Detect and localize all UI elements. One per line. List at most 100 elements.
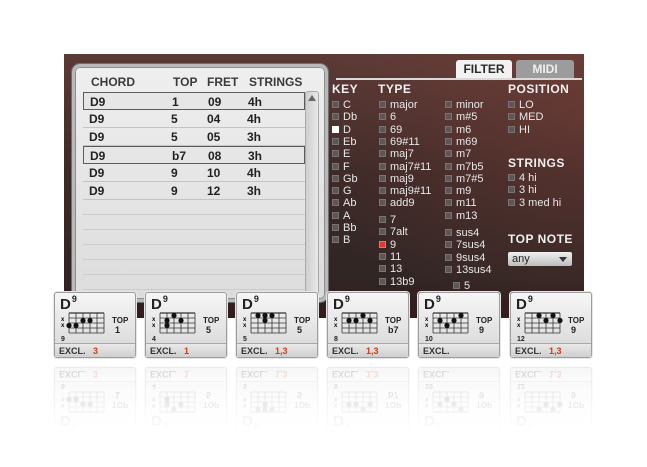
top-note-value: 9: [571, 325, 577, 335]
chord-row-chord: D9: [89, 184, 105, 198]
type-option[interactable]: maj9#11: [379, 185, 431, 197]
col-header-strings[interactable]: STRINGS: [249, 75, 302, 89]
type-option[interactable]: 9sus4: [445, 252, 485, 264]
col-header-top[interactable]: TOP: [173, 75, 197, 89]
finger-dot: [353, 401, 359, 408]
type-option[interactable]: maj7#11: [379, 161, 431, 173]
fretboard-diagram: xx: [243, 312, 287, 334]
checkbox-icon: [445, 125, 452, 133]
position-option[interactable]: HI: [508, 124, 530, 136]
chord-list-scrollbar[interactable]: [305, 91, 319, 296]
fret-number: 5: [243, 382, 247, 389]
type-option[interactable]: maj7: [379, 148, 414, 160]
col-header-chord[interactable]: CHORD: [91, 75, 135, 89]
type-option[interactable]: m7b5: [445, 161, 484, 173]
finger-dot: [164, 322, 170, 329]
type-option[interactable]: m69: [445, 136, 477, 148]
type-option[interactable]: m11: [445, 197, 477, 209]
type-option[interactable]: add9: [379, 197, 414, 209]
type-option[interactable]: minor: [445, 99, 484, 111]
key-option[interactable]: A: [332, 210, 350, 222]
chord-finder-window: CHORD TOP FRET STRINGS D9 1 09 4h D9 5 04 4h D9 5…: [64, 54, 584, 318]
type-option[interactable]: 13b9: [379, 276, 414, 288]
chord-card[interactable]: D9 x x 5 TOP 5 EXCL. 1,3: [236, 292, 318, 358]
type-option[interactable]: m13: [445, 210, 477, 222]
chord-row[interactable]: D9 5 04 4h: [83, 110, 305, 128]
checkbox-icon: [379, 199, 386, 207]
chord-row[interactable]: D9 5 05 3h: [83, 128, 305, 146]
type-option[interactable]: m#5: [445, 111, 477, 123]
key-option[interactable]: F: [332, 161, 350, 173]
type-option[interactable]: 69#11: [379, 136, 420, 148]
top-note-value: 5: [297, 325, 303, 335]
tab-midi[interactable]: MIDI: [516, 60, 574, 78]
checkbox-icon: [379, 101, 386, 108]
checkbox-icon: [445, 101, 452, 108]
key-option[interactable]: Eb: [332, 136, 356, 148]
checkbox-icon: [508, 101, 515, 108]
type-option[interactable]: 7alt: [379, 226, 408, 238]
type-option[interactable]: 9: [379, 239, 396, 251]
key-option[interactable]: E: [332, 148, 350, 160]
excluded-strings-label: EXCL.: [59, 369, 86, 379]
type-option[interactable]: m9: [445, 185, 471, 197]
excluded-strings-value: 1: [184, 346, 190, 356]
key-option[interactable]: B: [332, 234, 350, 246]
chord-card-footer: EXCL. 1,3: [237, 368, 317, 382]
type-option[interactable]: major: [379, 99, 418, 111]
checkbox-icon: [445, 241, 452, 249]
position-option[interactable]: MED: [508, 111, 543, 123]
fretboard-diagram: xx: [425, 312, 469, 334]
muted-string-mark: x: [152, 396, 156, 402]
type-option[interactable]: 7: [379, 214, 396, 226]
strings-option[interactable]: 3 hi: [508, 184, 537, 196]
chord-card[interactable]: D9 x x 8 TOP b7 EXCL. 1,3: [327, 292, 409, 358]
chord-row[interactable]: D9 9 12 3h: [83, 182, 305, 200]
chord-row[interactable]: D9 b7 08 3h: [83, 146, 305, 164]
chord-card-footer: EXCL. 1,3: [511, 343, 591, 357]
chord-row-chord: D9: [90, 95, 106, 109]
type-option[interactable]: 13: [379, 263, 402, 275]
type-option[interactable]: m7#5: [445, 173, 484, 185]
chord-row[interactable]: D9 1 09 4h: [83, 92, 305, 110]
chord-card[interactable]: D9 x x 12 TOP 9 EXCL. 1,3: [510, 292, 592, 358]
chord-card[interactable]: D9 x x 4 TOP 5 EXCL. 1: [145, 292, 227, 358]
checkbox-icon: [508, 174, 515, 181]
fret-number: 12: [517, 336, 525, 343]
key-option-label: Gb: [343, 172, 358, 185]
top-note-label: TOP: [294, 316, 311, 325]
chord-row[interactable]: D9 9 10 4h: [83, 164, 305, 182]
top-note-label: TOP: [476, 316, 493, 325]
type-option[interactable]: 11: [379, 251, 401, 263]
chord-card[interactable]: D9 x x 9 TOP 1 EXCL. 3: [54, 292, 136, 358]
type-option[interactable]: 13sus4: [445, 264, 491, 276]
type-option[interactable]: m6: [445, 124, 471, 136]
chord-card-reflection: D9 x x 12 TOP 9 EXCL. 1,3: [510, 367, 592, 433]
type-option[interactable]: maj9: [379, 173, 414, 185]
key-option-label: F: [343, 160, 350, 173]
key-option[interactable]: Gb: [332, 173, 358, 185]
type-option[interactable]: m7: [445, 148, 471, 160]
strings-option[interactable]: 4 hi: [508, 172, 537, 184]
key-option[interactable]: D: [332, 124, 351, 136]
key-option[interactable]: Db: [332, 111, 357, 123]
key-option[interactable]: Bb: [332, 222, 356, 234]
chord-card[interactable]: D9 x x 10 TOP 9 EXCL.: [418, 292, 500, 358]
type-option[interactable]: sus4: [445, 227, 479, 239]
empty-row: [83, 230, 305, 245]
col-header-fret[interactable]: FRET: [207, 75, 238, 89]
type-option-5[interactable]: 5: [453, 280, 470, 292]
strings-option[interactable]: 3 med hi: [508, 197, 561, 209]
type-option-label: major: [390, 99, 418, 111]
position-option[interactable]: LO: [508, 99, 534, 111]
scroll-up-arrow-icon[interactable]: [308, 95, 316, 101]
key-option[interactable]: Ab: [332, 197, 356, 209]
key-option[interactable]: G: [332, 185, 352, 197]
tab-filter[interactable]: FILTER: [456, 60, 512, 78]
chord-card-footer: EXCL. 1: [146, 343, 226, 357]
top-note-select[interactable]: any: [508, 252, 572, 266]
type-option[interactable]: 7sus4: [445, 239, 485, 251]
type-option[interactable]: 6: [379, 111, 396, 123]
type-option[interactable]: 69: [379, 124, 402, 136]
key-option[interactable]: C: [332, 99, 351, 111]
